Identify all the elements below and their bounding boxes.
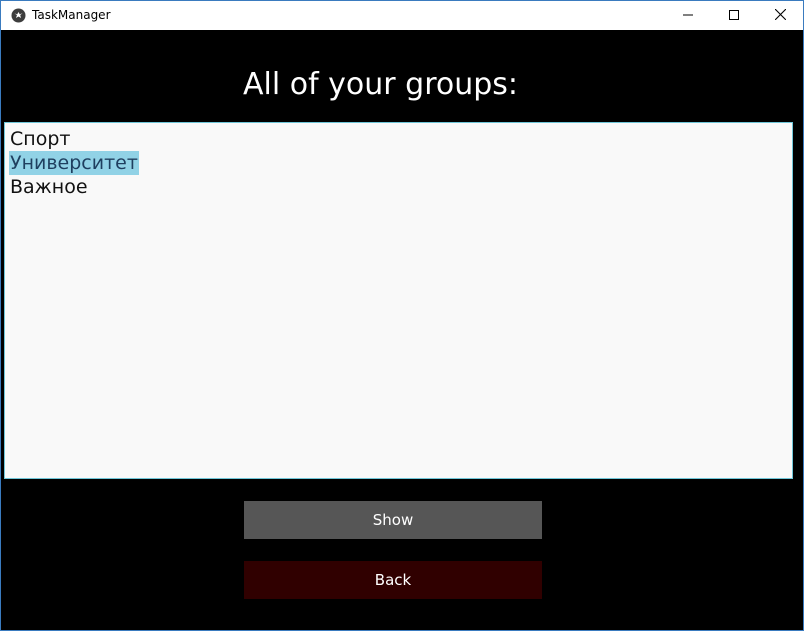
title-bar[interactable]: TaskManager — [1, 1, 803, 30]
list-item-selected[interactable]: Университет — [9, 151, 139, 175]
page-title: All of your groups: — [243, 67, 519, 102]
groups-list[interactable]: Спорт Университет Важное — [4, 122, 793, 479]
minimize-button[interactable] — [665, 1, 711, 30]
list-item[interactable]: Спорт — [9, 127, 71, 151]
list-item[interactable]: Важное — [9, 175, 89, 199]
app-window: TaskManager All of your groups: Спорт Ун… — [0, 0, 804, 631]
maximize-button[interactable] — [711, 1, 757, 30]
show-button[interactable]: Show — [244, 501, 542, 539]
minimize-icon — [683, 7, 693, 25]
window-title: TaskManager — [32, 8, 111, 22]
back-button[interactable]: Back — [244, 561, 542, 599]
maximize-icon — [729, 7, 739, 25]
close-icon — [774, 7, 786, 25]
close-button[interactable] — [757, 1, 803, 30]
kivy-logo-icon — [11, 8, 26, 23]
